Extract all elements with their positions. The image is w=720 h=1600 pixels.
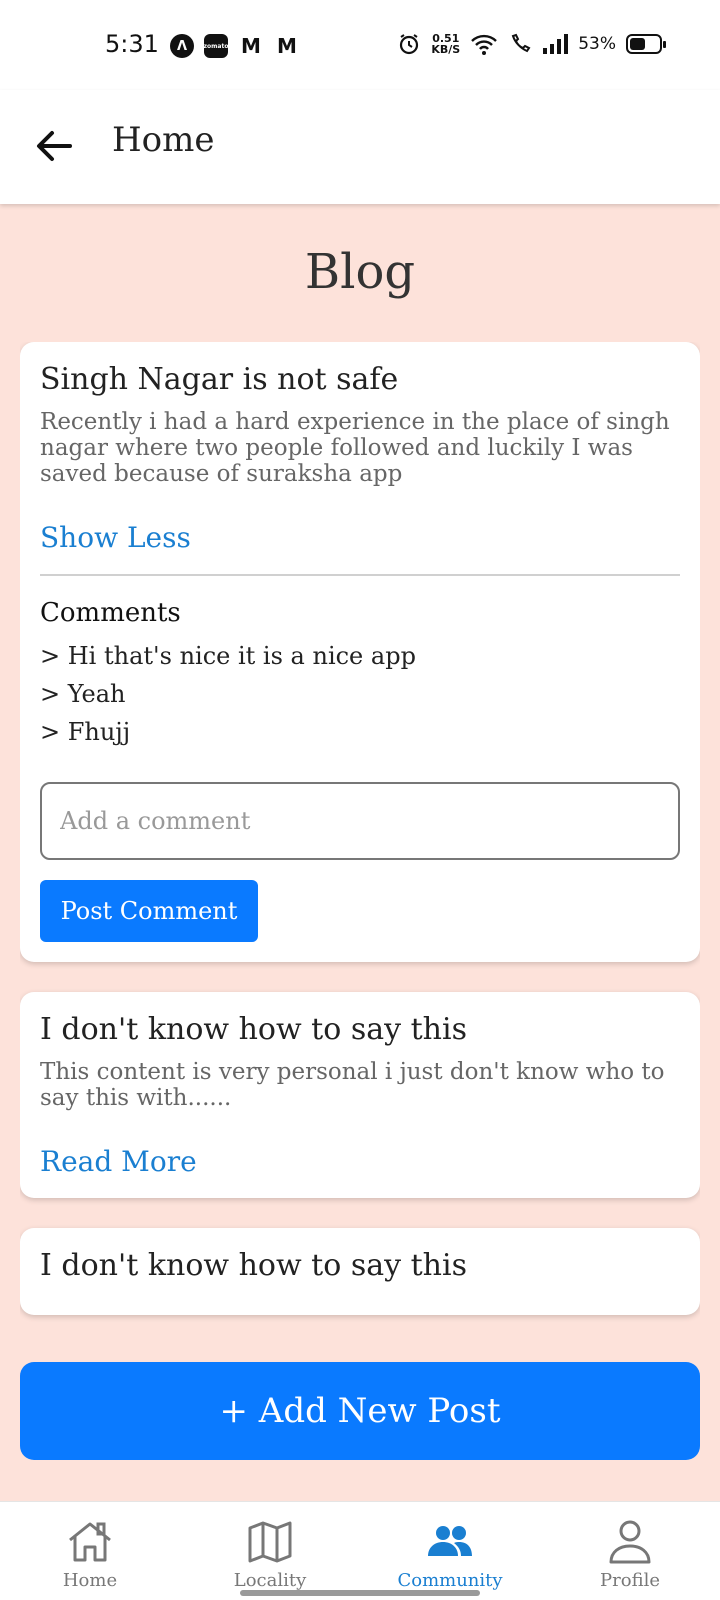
gmail-icon: M [277, 34, 297, 58]
battery-icon [626, 34, 666, 54]
add-new-post-button[interactable]: + Add New Post [20, 1362, 700, 1460]
nav-label: Community [397, 1570, 503, 1591]
post-title: I don't know how to say this [40, 1248, 467, 1283]
bottom-nav: Home Locality Community Profile [0, 1501, 720, 1600]
post-body: This content is very personal i just don… [40, 1059, 665, 1111]
profile-icon [609, 1520, 651, 1564]
nav-item-home[interactable]: Home [0, 1502, 180, 1600]
community-icon [428, 1526, 472, 1556]
app-bar: Home [0, 90, 720, 204]
navigation-app-icon: Λ [170, 34, 194, 58]
app-bar-title: Home [112, 120, 215, 160]
post-card: Singh Nagar is not safe Recently i had a… [20, 342, 700, 962]
network-speed: 0.51 KB/S [431, 32, 461, 56]
read-more-link[interactable]: Read More [40, 1145, 197, 1178]
m-app-icon: M [241, 34, 261, 58]
nav-item-community[interactable]: Community [360, 1502, 540, 1600]
battery-level [630, 38, 645, 50]
notification-icons: Λ zomato M M [170, 34, 300, 58]
post-body: Recently i had a hard experience in the … [40, 409, 670, 487]
blog-content: Blog Singh Nagar is not safe Recently i … [0, 204, 720, 1501]
post-title: I don't know how to say this [40, 1012, 467, 1047]
wifi-icon [471, 34, 498, 55]
wifi-calling-icon [511, 33, 531, 53]
post-comment-button[interactable]: Post Comment [40, 880, 258, 942]
comments-heading: Comments [40, 598, 181, 628]
alarm-icon [400, 34, 419, 55]
post-title: Singh Nagar is not safe [40, 362, 399, 397]
home-icon [69, 1522, 111, 1562]
nav-item-locality[interactable]: Locality [180, 1502, 360, 1600]
arrow-left-icon [37, 131, 72, 161]
system-icons: 0.51 KB/S 53% [397, 32, 666, 56]
signal-icon [543, 34, 569, 54]
nav-label: Locality [233, 1570, 307, 1591]
comment-item: > Hi that's nice it is a nice app [40, 642, 416, 670]
comment-item: > Yeah [40, 680, 126, 708]
nav-item-profile[interactable]: Profile [540, 1502, 720, 1600]
page-title: Blog [304, 244, 416, 300]
status-time: 5:31 [105, 30, 159, 58]
divider [40, 574, 680, 576]
back-button[interactable] [30, 122, 78, 170]
post-card: I don't know how to say this [20, 1228, 700, 1315]
battery-percent: 53% [578, 34, 616, 54]
map-icon [248, 1521, 292, 1563]
status-bar: 5:31 Λ zomato M M 0.51 KB/S 53% [0, 0, 720, 90]
comment-input[interactable] [40, 782, 680, 860]
show-less-link[interactable]: Show Less [40, 521, 191, 554]
comment-item: > Fhujj [40, 718, 131, 746]
posts-list[interactable]: Singh Nagar is not safe Recently i had a… [20, 342, 700, 1324]
post-card: I don't know how to say this This conten… [20, 992, 700, 1198]
nav-label: Home [62, 1570, 118, 1591]
zomato-app-icon: zomato [204, 34, 228, 58]
nav-label: Profile [600, 1570, 660, 1591]
home-indicator[interactable] [240, 1590, 480, 1596]
